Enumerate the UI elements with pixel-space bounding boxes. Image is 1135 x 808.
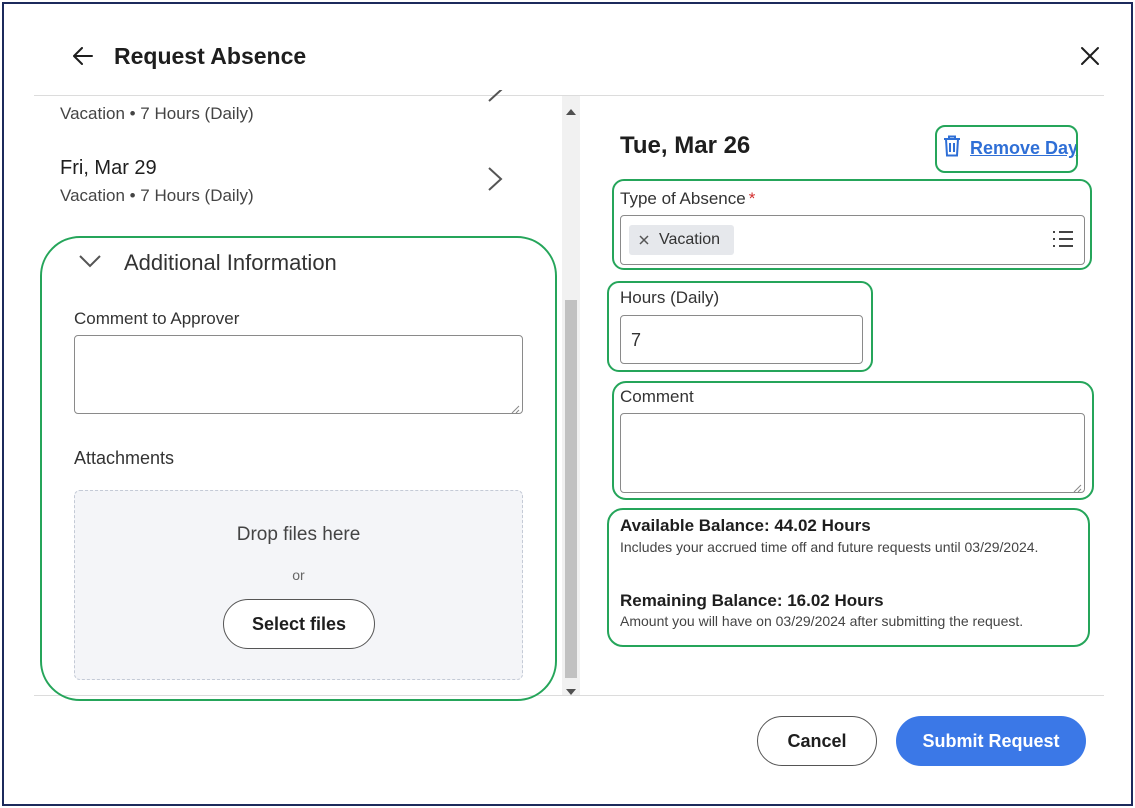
- day-date: Fri, Mar 29: [60, 157, 157, 179]
- chevron-down-icon[interactable]: [78, 253, 102, 273]
- remove-day-label: Remove Day: [970, 138, 1079, 158]
- hours-daily-input[interactable]: 7: [620, 315, 863, 364]
- attachments-label: Attachments: [74, 448, 175, 468]
- remove-pill-icon[interactable]: [639, 235, 649, 245]
- list-icon[interactable]: [1052, 230, 1074, 253]
- selected-absence-pill: Vacation: [629, 225, 735, 255]
- page-title: Request Absence: [114, 42, 307, 69]
- scroll-up-arrow-icon[interactable]: [566, 102, 576, 120]
- type-of-absence-label: Type of Absence *: [620, 189, 755, 209]
- remaining-balance-title: Remaining Balance: 16.02 Hours: [620, 591, 884, 610]
- submit-request-button[interactable]: Submit Request: [896, 716, 1086, 766]
- comment-label: Comment: [620, 387, 694, 406]
- select-files-button[interactable]: Select files: [223, 599, 375, 649]
- remove-day-button[interactable]: Remove Day: [943, 135, 1078, 162]
- day-list-item[interactable]: Vacation • 7 Hours (Daily): [60, 104, 480, 124]
- footer-divider: [34, 695, 1104, 696]
- available-balance-title: Available Balance: 44.02 Hours: [620, 516, 871, 535]
- selected-absence-label: Vacation: [659, 231, 721, 248]
- required-marker: *: [748, 189, 756, 208]
- available-balance-description: Includes your accrued time off and futur…: [620, 539, 1039, 555]
- section-title: Additional Information: [124, 250, 337, 275]
- comment-field[interactable]: [620, 413, 1085, 493]
- or-text: or: [292, 567, 305, 583]
- resize-grip-icon[interactable]: [510, 401, 520, 414]
- selected-day-date: Tue, Mar 26: [620, 132, 751, 159]
- chevron-right-icon[interactable]: [486, 165, 504, 193]
- comment-to-approver-field[interactable]: [74, 335, 523, 414]
- drop-files-text: Drop files here: [236, 524, 361, 545]
- scrollbar-thumb[interactable]: [565, 300, 577, 678]
- file-drop-zone[interactable]: Drop files here or Select files: [74, 490, 523, 680]
- hours-daily-label: Hours (Daily): [620, 288, 720, 307]
- scroll-down-arrow-icon[interactable]: [566, 682, 576, 700]
- remaining-balance-description: Amount you will have on 03/29/2024 after…: [620, 613, 1024, 629]
- chevron-right-icon[interactable]: [486, 90, 504, 104]
- comment-to-approver-label: Comment to Approver: [74, 309, 240, 328]
- resize-grip-icon[interactable]: [1072, 480, 1082, 493]
- day-detail: Vacation • 7 Hours (Daily): [60, 186, 254, 205]
- day-detail: Vacation • 7 Hours (Daily): [60, 104, 254, 123]
- day-list-item[interactable]: Fri, Mar 29 Vacation • 7 Hours (Daily): [60, 157, 480, 206]
- cancel-button[interactable]: Cancel: [757, 716, 877, 766]
- close-icon[interactable]: [1078, 44, 1102, 68]
- type-of-absence-select[interactable]: Vacation: [620, 215, 1085, 265]
- back-arrow-icon[interactable]: [72, 45, 94, 67]
- dialog-header: Request Absence: [72, 38, 306, 74]
- type-of-absence-text: Type of Absence: [620, 189, 746, 208]
- trash-icon: [943, 135, 961, 162]
